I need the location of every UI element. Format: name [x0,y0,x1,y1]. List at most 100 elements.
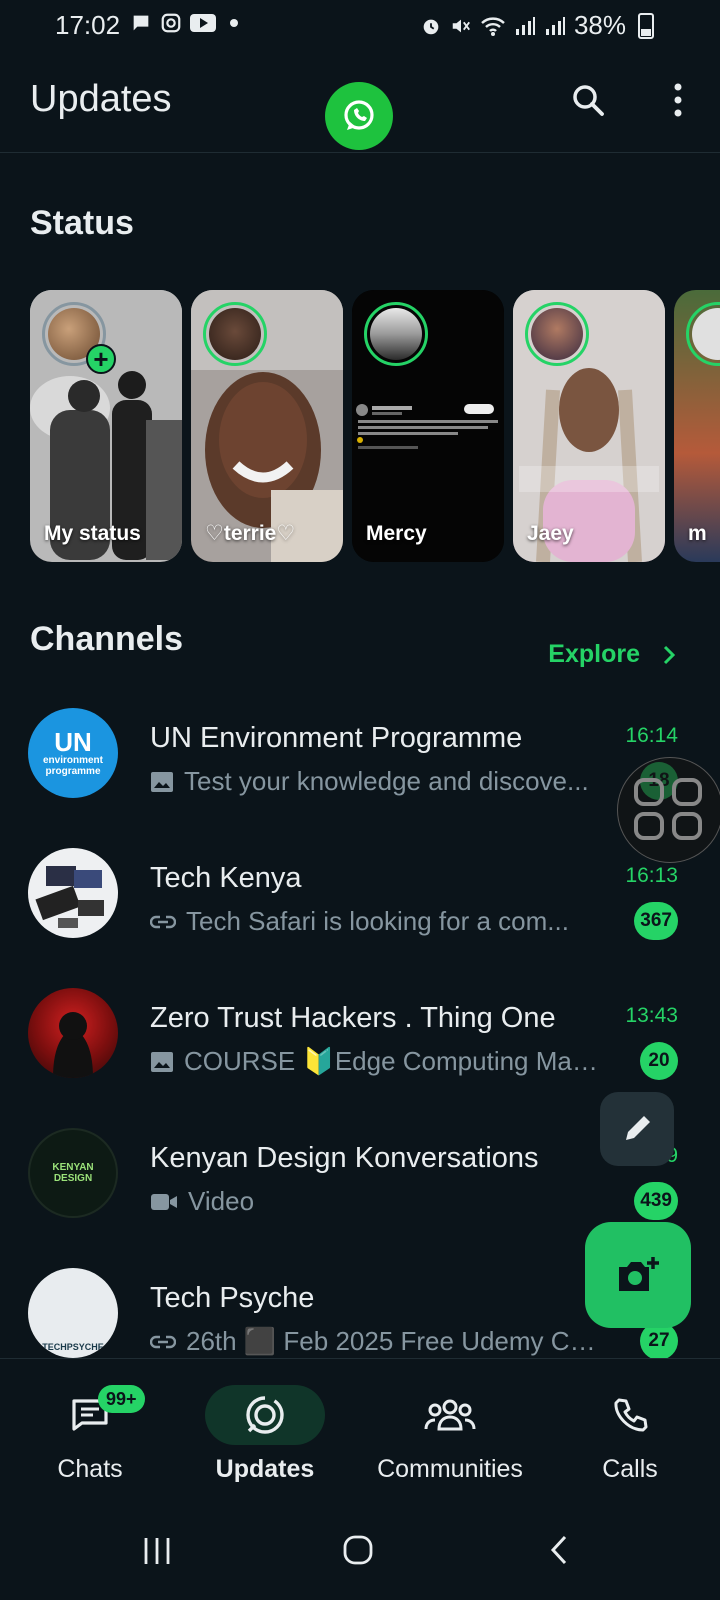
phone-icon [614,1398,648,1432]
unread-badge: 20 [640,1042,678,1080]
video-icon [151,1193,177,1210]
channel-preview: 26th ⬛ Feb 2025 Free Udemy Co... [150,1326,600,1357]
channel-time: 16:14 [625,724,678,747]
channel-avatar: UN environment programme [28,708,118,798]
clock: 17:02 [55,10,121,40]
battery-text: 38% [573,10,626,40]
channels-section-title: Channels [30,620,184,658]
channel-preview-text: COURSE 🔰Edge Computing Mas... [184,1046,600,1076]
status-name: Mercy [366,522,427,545]
channel-avatar [28,988,118,1078]
signal-icon [515,16,535,35]
status-name: m [688,522,707,545]
text-status-button[interactable] [600,1092,674,1166]
unread-badge: 367 [634,902,678,940]
chat-notification-icon [133,15,149,31]
status-section-title: Status [30,204,134,242]
system-navigation-bar [0,1508,720,1600]
search-button[interactable] [568,80,608,120]
channel-avatar [28,848,118,938]
status-name: My status [44,522,141,545]
link-icon [150,915,176,928]
floating-assistant-bubble[interactable] [617,757,720,863]
chats-unread-badge: 99+ [98,1385,145,1413]
status-carousel[interactable]: + My status ♡terrie♡ Mercy Jaey m [30,290,720,562]
avatar [209,308,261,360]
status-card-mercy[interactable]: Mercy [352,290,504,562]
avatar-logo-text: TECHPSYCHE [42,1342,104,1352]
channel-name: Kenyan Design Konversations [150,1142,539,1174]
tab-label: Chats [57,1455,123,1483]
system-status-bar: 17:02 38% [0,0,720,52]
explore-label: Explore [548,640,640,668]
channel-preview-text: 26th ⬛ Feb 2025 Free Udemy Co... [186,1326,600,1356]
status-card-my-status[interactable]: + My status [30,290,182,562]
channel-name: Tech Kenya [150,862,302,894]
header-divider [0,152,720,153]
channel-name: Zero Trust Hackers . Thing One [150,1002,556,1034]
channel-preview: Tech Safari is looking for a com... [150,906,600,937]
link-icon [150,1335,176,1348]
tab-label: Calls [602,1455,658,1483]
dot-icon [230,19,238,27]
back-icon[interactable] [548,1534,570,1566]
tab-label: Communities [377,1455,523,1483]
whatsapp-logo-icon [325,82,393,150]
avatar-logo-text: UN [54,727,92,757]
channel-preview: Test your knowledge and discove... [150,766,600,797]
channel-name: UN Environment Programme [150,722,523,754]
channel-preview-text: Test your knowledge and discove... [184,766,589,796]
battery-icon [638,12,654,39]
channel-row-un-environment[interactable]: UN environment programme UN Environment … [0,708,720,848]
status-name: Jaey [527,522,574,545]
avatar [370,308,422,360]
status-avatar-ring [364,302,428,366]
mute-icon [452,19,470,32]
communities-icon [424,1399,476,1431]
unread-badge: 439 [634,1182,678,1220]
image-icon [151,1051,173,1072]
avatar [692,308,720,360]
channel-preview: Video [150,1186,600,1217]
grid-icon [634,778,702,840]
add-status-icon[interactable]: + [86,344,116,374]
signal-icon-2 [545,16,565,35]
channel-avatar: KENYAN DESIGN [28,1128,118,1218]
more-vertical-icon [674,83,682,117]
more-options-button[interactable] [660,80,696,120]
channel-preview: COURSE 🔰Edge Computing Mas... [150,1046,600,1077]
alarm-icon [423,19,439,34]
status-avatar-ring [686,302,720,366]
channel-time: 16:13 [625,864,678,887]
avatar [531,308,583,360]
channel-preview-text: Video [188,1186,255,1216]
search-icon [573,85,604,116]
add-camera-icon [619,1257,659,1291]
status-avatar-ring [525,302,589,366]
status-name: ♡terrie♡ [205,522,296,545]
pencil-icon [626,1116,650,1140]
explore-channels-link[interactable]: Explore [548,640,676,669]
instagram-icon [161,13,181,33]
channel-time: 13:43 [625,1004,678,1027]
status-avatar-ring [203,302,267,366]
page-title: Updates [30,78,172,120]
avatar-logo-text: KENYAN DESIGN [52,1162,94,1184]
wifi-icon [481,16,505,36]
chevron-right-icon [663,645,676,664]
youtube-icon [190,14,216,32]
channel-name: Tech Psyche [150,1282,315,1314]
tab-label: Updates [215,1455,315,1483]
recent-apps-icon[interactable] [142,1536,172,1566]
channel-row-tech-kenya[interactable]: Tech Kenya Tech Safari is looking for a … [0,848,720,988]
updates-icon [246,1396,284,1434]
home-icon[interactable] [342,1534,374,1566]
status-card-jaey[interactable]: Jaey [513,290,665,562]
avatar-logo-subtext: environment programme [42,755,103,777]
camera-status-button[interactable] [585,1222,691,1328]
channel-preview-text: Tech Safari is looking for a com... [186,906,569,936]
image-icon [151,771,173,792]
channel-avatar: TECHPSYCHE [28,1268,118,1358]
status-card-partial[interactable]: m [674,290,720,562]
status-card-terrie[interactable]: ♡terrie♡ [191,290,343,562]
